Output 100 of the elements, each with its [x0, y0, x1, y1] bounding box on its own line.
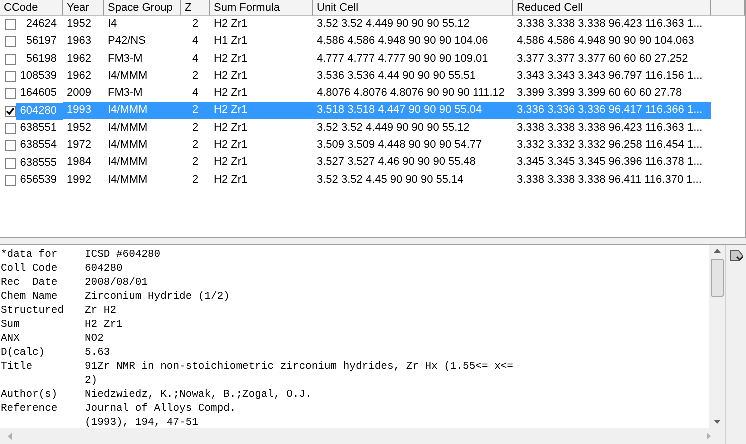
- table-cell-text: 3.527 3.527 4.46 90 90 90 55.48: [316, 155, 478, 170]
- table-cell-text: 3.345 3.345 3.345 96.396 116.378 1...: [516, 155, 704, 170]
- table-cell: 1993: [63, 102, 104, 120]
- field-label: Coll Code: [1, 262, 59, 276]
- checkbox[interactable]: [5, 158, 16, 169]
- vertical-scrollbar[interactable]: [709, 245, 725, 428]
- scroll-down-icon[interactable]: [714, 420, 720, 424]
- table-cell-text: 56198: [25, 52, 58, 67]
- column-header[interactable]: Reduced Cell: [513, 0, 711, 16]
- scroll-up-icon[interactable]: [714, 249, 720, 253]
- field-value: 2): [85, 374, 99, 388]
- table-cell-text: I4/MMM: [107, 155, 149, 170]
- table-cell-text: 2: [191, 172, 200, 188]
- table-cell-text: 3.52 3.52 4.449 90 90 90 55.12: [316, 17, 471, 32]
- table-cell-text: 3.338 3.338 3.338 96.423 116.363 1...: [516, 17, 704, 32]
- column-header[interactable]: Year: [63, 0, 104, 16]
- table-cell-text: 3.536 3.536 4.44 90 90 90 55.51: [316, 68, 478, 84]
- field-label: ANX: [1, 332, 21, 346]
- table-cell-text: 4.586 4.586 4.948 90 90 90 104.06: [316, 34, 490, 50]
- table-cell-text: FM3-M: [107, 86, 144, 102]
- table-cell-text: I4: [107, 17, 118, 32]
- field-value: (1993), 194, 47-51: [85, 416, 200, 430]
- field-value: Journal of Alloys Compd.: [85, 402, 238, 416]
- table-cell-text: 24624: [25, 17, 58, 32]
- table-cell-text: 4.586 4.586 4.948 90 90 90 104.063: [516, 34, 696, 50]
- checkbox[interactable]: [5, 88, 16, 100]
- table-cell-text: 1972: [66, 138, 92, 154]
- table-cell-text: 1992: [66, 172, 92, 188]
- column-header[interactable]: Sum Formula: [210, 0, 313, 16]
- table-cell-text: I4/MMM: [107, 120, 149, 136]
- table-cell-text: H2 Zr1: [213, 68, 249, 84]
- table-cell-text: H2 Zr1: [213, 52, 249, 67]
- table-cell-text: 3.52 3.52 4.449 90 90 90 55.12: [316, 120, 471, 136]
- tag-icon[interactable]: [730, 249, 744, 263]
- table-cell-text: 56197: [25, 34, 58, 50]
- field-value: H2 Zr1: [85, 318, 124, 332]
- column-header[interactable]: Unit Cell: [313, 0, 513, 16]
- table-cell-text: 1963: [66, 34, 92, 50]
- field-value: 5.63: [85, 346, 112, 360]
- table-cell-text: 638555: [19, 156, 58, 171]
- field-value: ICSD #604280: [85, 248, 162, 262]
- table-cell-text: I4/MMM: [107, 172, 149, 188]
- column-header[interactable]: Space Group: [104, 0, 181, 16]
- field-value: 2008/08/01: [85, 276, 150, 290]
- table-cell-text: I4/MMM: [107, 68, 149, 84]
- field-label: D(calc): [1, 346, 46, 360]
- table-cell-text: FM3-M: [107, 52, 144, 67]
- column-header[interactable]: Z: [181, 0, 210, 16]
- table-cell-text: 1952: [66, 120, 92, 136]
- field-label: Author(s): [1, 388, 59, 402]
- field-label: Structured: [1, 304, 66, 318]
- checkbox[interactable]: [5, 140, 16, 152]
- table-cell: I4/MMM: [104, 102, 181, 120]
- table-cell-text: 4: [191, 34, 200, 50]
- table-cell-text: 3.332 3.332 3.332 96.258 116.454 1...: [516, 138, 704, 154]
- table-cell-text: 3.377 3.377 3.377 60 60 60 27.252: [516, 52, 690, 67]
- field-label: Sum: [1, 318, 21, 332]
- table-cell: 3.518 3.518 4.447 90 90 90 55.04: [313, 102, 513, 120]
- table-cell-text: 2: [191, 155, 200, 170]
- field-value: 91Zr NMR in non-stoichiometric zirconium hydrides, Zr Hx (1.55<= x<=: [85, 360, 514, 374]
- table-cell-text: 3.338 3.338 3.338 96.411 116.370 1...: [516, 172, 703, 188]
- field-value: 604280: [85, 262, 124, 276]
- table-cell-text: 2: [191, 120, 200, 136]
- table-cell-text: H2 Zr1: [213, 138, 249, 154]
- field-label: Rec Date: [1, 276, 59, 290]
- table-cell-text: 1984: [66, 155, 92, 170]
- table-cell-text: 2: [191, 68, 200, 84]
- table-cell-text: 638551: [19, 120, 58, 136]
- checkbox[interactable]: [5, 54, 16, 65]
- table-cell-text: 2: [191, 138, 200, 154]
- table-cell-text: 638554: [19, 138, 58, 154]
- field-label: Chem Name: [1, 290, 59, 304]
- checkbox[interactable]: [5, 19, 16, 30]
- checkbox[interactable]: [5, 106, 16, 117]
- table-cell-text: 2009: [66, 86, 92, 102]
- table-cell-text: 108539: [19, 69, 58, 84]
- field-value: Zirconium Hydride (1/2): [85, 290, 231, 304]
- column-header[interactable]: CCode: [0, 0, 63, 16]
- table-cell-text: 3.399 3.399 3.399 60 60 60 27.78: [516, 86, 684, 102]
- table-cell-text: H2 Zr1: [213, 120, 249, 136]
- table-cell-text: 4.777 4.777 4.777 90 90 90 109.01: [316, 52, 490, 67]
- field-label: Reference: [1, 402, 59, 417]
- checkbox[interactable]: [5, 36, 16, 48]
- checkbox[interactable]: [5, 174, 16, 186]
- field-value: Zr H2: [85, 304, 118, 318]
- checkbox[interactable]: [5, 122, 16, 134]
- table-cell-text: H2 Zr1: [213, 172, 249, 188]
- table-cell-text: P42/NS: [107, 34, 147, 50]
- table-cell-text: 1962: [66, 68, 92, 84]
- table-cell-text: H2 Zr1: [213, 155, 249, 170]
- table-cell-text: I4/MMM: [107, 138, 149, 154]
- table-cell-text: 4: [191, 86, 200, 102]
- field-label: Title: [1, 360, 34, 375]
- checkbox[interactable]: [5, 71, 16, 82]
- field-value: NO2: [85, 332, 105, 346]
- scroll-thumb[interactable]: [710, 259, 724, 297]
- table-cell-text: 3.509 3.509 4.448 90 90 90 54.77: [316, 138, 484, 154]
- table-cell-text: 4: [191, 52, 200, 67]
- field-label: *data for: [1, 248, 59, 262]
- table-cell-text: 164605: [19, 86, 58, 102]
